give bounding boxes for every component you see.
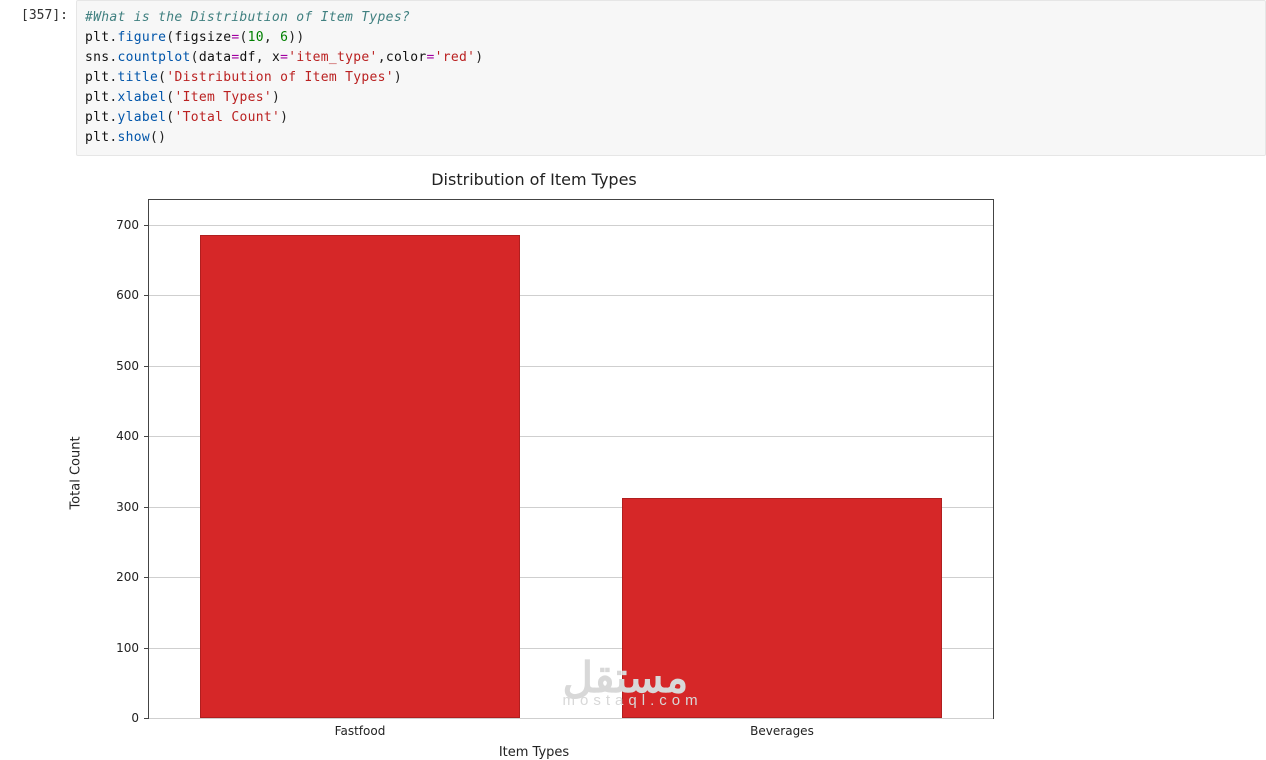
bar xyxy=(622,498,943,718)
gridline xyxy=(149,225,993,226)
plot-area: FastfoodBeverages مستقل mostaql.com 0100… xyxy=(148,199,994,719)
y-tick-label: 0 xyxy=(131,711,139,725)
y-tick-label: 100 xyxy=(116,641,139,655)
bars-container: FastfoodBeverages xyxy=(149,200,993,718)
y-tick xyxy=(144,507,149,508)
y-tick xyxy=(144,436,149,437)
code-input[interactable]: #What is the Distribution of Item Types?… xyxy=(76,0,1266,156)
notebook-cell: [357]: #What is the Distribution of Item… xyxy=(0,0,1266,156)
y-tick-label: 500 xyxy=(116,359,139,373)
chart: Total Count FastfoodBeverages مستقل most… xyxy=(68,193,1000,753)
code-comment: #What is the Distribution of Item Types? xyxy=(85,10,410,25)
y-tick-label: 400 xyxy=(116,429,139,443)
cell-output: Distribution of Item Types Total Count F… xyxy=(68,156,1000,753)
y-tick xyxy=(144,295,149,296)
bar-slot: Fastfood xyxy=(149,200,571,718)
y-tick xyxy=(144,225,149,226)
y-tick xyxy=(144,718,149,719)
y-tick xyxy=(144,577,149,578)
y-tick-label: 600 xyxy=(116,288,139,302)
x-tick-label: Fastfood xyxy=(335,724,386,738)
x-tick-label: Beverages xyxy=(750,724,814,738)
y-tick xyxy=(144,648,149,649)
bar-slot: Beverages xyxy=(571,200,993,718)
y-tick-label: 300 xyxy=(116,500,139,514)
cell-prompt: [357]: xyxy=(0,0,76,23)
gridline xyxy=(149,718,993,719)
chart-title: Distribution of Item Types xyxy=(68,170,1000,189)
y-tick-label: 200 xyxy=(116,570,139,584)
x-axis-label: Item Types xyxy=(499,745,569,760)
y-tick-label: 700 xyxy=(116,218,139,232)
y-tick xyxy=(144,366,149,367)
y-axis-label: Total Count xyxy=(69,436,84,509)
bar xyxy=(200,235,521,718)
